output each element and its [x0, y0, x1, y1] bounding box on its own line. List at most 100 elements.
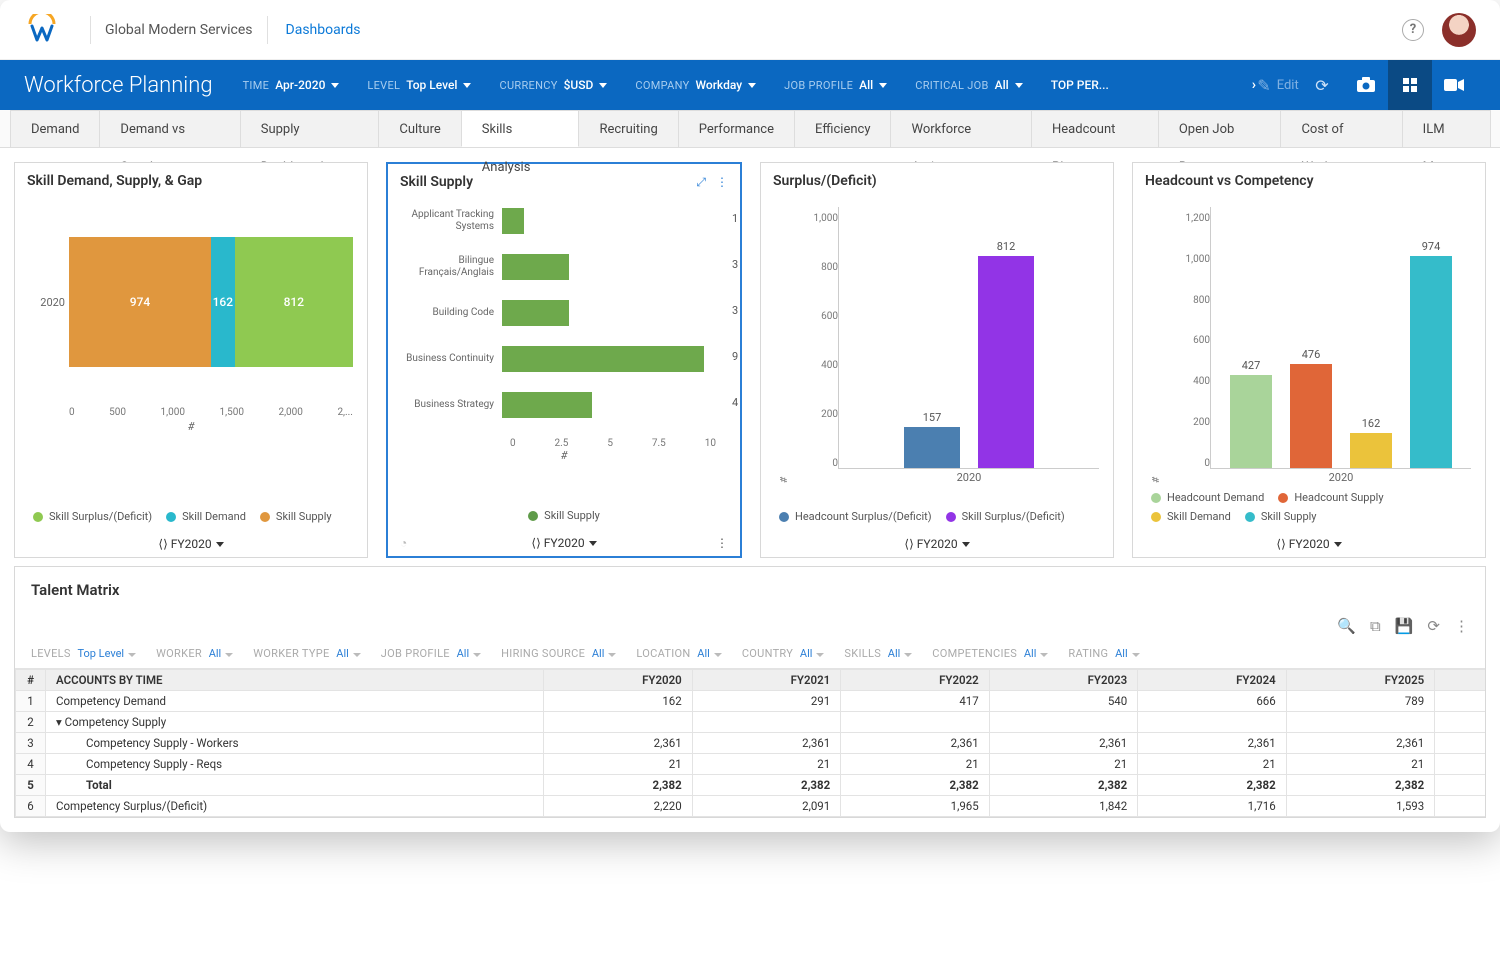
matrix-filter-country[interactable]: COUNTRY All — [742, 647, 825, 660]
matrix-filter-location[interactable]: LOCATION All — [636, 647, 721, 660]
matrix-filter-rating[interactable]: RATING All — [1068, 647, 1139, 660]
tab-cost-of-worker[interactable]: Cost of Worker — [1280, 110, 1402, 147]
tab-open-job-reqs[interactable]: Open Job Reqs — [1158, 110, 1282, 147]
card-headcount-vs-competency[interactable]: Headcount vs Competency # 1,2001,0008006… — [1132, 162, 1486, 558]
matrix-filter-competencies[interactable]: COMPETENCIES All — [932, 647, 1048, 660]
col-FY2025[interactable]: FY2025 — [1286, 670, 1435, 691]
bar[interactable]: 812 — [978, 256, 1034, 468]
copy-icon[interactable]: ⧉ — [1370, 617, 1381, 635]
card-skill-supply[interactable]: Skill Supply ⤢ ⋮ Applicant Tracking Syst… — [386, 162, 742, 558]
table-row[interactable]: 2▾ Competency Supply — [16, 712, 1486, 733]
talent-matrix-panel: Talent Matrix 🔍 ⧉ 💾 ⟳ ⋮ LEVELS Top Level… — [14, 566, 1486, 818]
bar-segment[interactable]: 974 — [69, 237, 211, 367]
bar[interactable] — [502, 208, 524, 234]
bar[interactable] — [502, 392, 592, 418]
refresh-icon[interactable]: ⟳ — [1300, 60, 1344, 110]
x-axis-label: # — [29, 420, 353, 433]
filter-critical-job[interactable]: CRITICAL JOBAll — [915, 78, 1023, 92]
legend-item: Headcount Surplus/(Deficit) — [779, 510, 932, 523]
legend-item: Skill Demand — [166, 510, 246, 523]
bar-segment[interactable]: 162 — [211, 237, 235, 367]
tab-workforce-actions[interactable]: Workforce Actions — [890, 110, 1032, 147]
table-row[interactable]: 6Competency Surplus/(Deficit)2,2202,0911… — [16, 796, 1486, 817]
matrix-filter-hiring-source[interactable]: HIRING SOURCE All — [501, 647, 616, 660]
tab-supply-dashboard[interactable]: Supply Dashboard — [240, 110, 380, 147]
user-avatar[interactable] — [1442, 13, 1476, 47]
matrix-filter-worker[interactable]: WORKER All — [156, 647, 233, 660]
card-footer[interactable]: ⟨⟩ FY2020 — [1133, 531, 1485, 557]
col-accounts: ACCOUNTS BY TIME — [46, 670, 544, 691]
refresh-icon[interactable]: ⟳ — [1427, 617, 1440, 635]
bar-label: Business Strategy — [402, 399, 502, 411]
bar[interactable]: 157 — [904, 427, 960, 468]
table-row[interactable]: 3Competency Supply - Workers2,3612,3612,… — [16, 733, 1486, 754]
filter-currency[interactable]: CURRENCY$USD — [499, 78, 607, 92]
matrix-filter-worker-type[interactable]: WORKER TYPE All — [253, 647, 361, 660]
grid-view-icon[interactable] — [1388, 60, 1432, 110]
loading-icon: ◔ — [400, 536, 407, 550]
tab-culture[interactable]: Culture — [378, 110, 461, 147]
bar[interactable]: 974 — [1410, 256, 1452, 468]
help-icon[interactable]: ? — [1402, 19, 1424, 41]
divider — [267, 16, 268, 44]
bar[interactable]: 476 — [1290, 364, 1332, 468]
col-FY2020[interactable]: FY2020 — [544, 670, 693, 691]
col-FY2021[interactable]: FY2021 — [692, 670, 841, 691]
filter-job-profile[interactable]: JOB PROFILEAll — [784, 78, 887, 92]
card-skill-demand-supply-gap[interactable]: Skill Demand, Supply, & Gap 2020 9741628… — [14, 162, 368, 558]
col-FY2024[interactable]: FY2024 — [1138, 670, 1287, 691]
tab-ilm-map[interactable]: ILM Map — [1402, 110, 1491, 147]
edit-button[interactable]: ✎ Edit — [1256, 60, 1300, 110]
card-footer[interactable]: ◔ ⟨⟩ FY2020 ⋮ — [388, 530, 740, 556]
more-icon[interactable]: ⋮ — [716, 175, 728, 190]
filter-level[interactable]: LEVELTop Level — [367, 78, 471, 92]
bar[interactable] — [502, 346, 704, 372]
page-title: Workforce Planning — [24, 73, 213, 98]
org-name: Global Modern Services — [105, 22, 253, 38]
legend-item: Skill Supply — [1245, 510, 1317, 523]
col-FY2022[interactable]: FY2022 — [841, 670, 990, 691]
col-FY2023[interactable]: FY2023 — [989, 670, 1138, 691]
matrix-title: Talent Matrix — [15, 567, 1485, 613]
tab-performance[interactable]: Performance — [678, 110, 795, 147]
filter-time[interactable]: TIMEApr-2020 — [243, 78, 340, 92]
workday-logo-icon — [24, 12, 60, 48]
expand-icon[interactable]: ⤢ — [696, 175, 706, 190]
legend-item: Skill Supply — [260, 510, 332, 523]
breadcrumb-dashboards[interactable]: Dashboards — [286, 22, 361, 38]
bar[interactable] — [502, 254, 569, 280]
y-axis-label: # — [1147, 207, 1166, 487]
matrix-filter-job-profile[interactable]: JOB PROFILE All — [381, 647, 481, 660]
tab-efficiency[interactable]: Efficiency — [794, 110, 891, 147]
bar[interactable] — [502, 300, 569, 326]
card-footer[interactable]: ⟨⟩ FY2020 — [761, 531, 1113, 557]
card-footer[interactable]: ⟨⟩ FY2020 — [15, 531, 367, 557]
search-icon[interactable]: 🔍 — [1337, 617, 1356, 635]
table-row[interactable]: 1Competency Demand162291417540666789 — [16, 691, 1486, 712]
y-axis-label: # — [775, 207, 794, 487]
table-row[interactable]: 5Total2,3822,3822,3822,3822,3822,382 — [16, 775, 1486, 796]
card-title: Skill Demand, Supply, & Gap — [27, 173, 202, 189]
camera-icon[interactable] — [1344, 60, 1388, 110]
matrix-filter-levels[interactable]: LEVELS Top Level — [31, 647, 136, 660]
bar-label: Bilingue Français/Anglais — [402, 255, 502, 279]
bar-label: Business Continuity — [402, 353, 502, 365]
save-icon[interactable]: 💾 — [1395, 617, 1414, 635]
filter-company[interactable]: COMPANYWorkday — [635, 78, 756, 92]
more-icon[interactable]: ⋮ — [1454, 617, 1469, 635]
filter-more[interactable]: TOP PER... — [1051, 78, 1109, 92]
tab-headcount-plan[interactable]: Headcount Plan — [1031, 110, 1159, 147]
tab-skills-analysis[interactable]: Skills Analysis — [461, 110, 580, 147]
tab-recruiting[interactable]: Recruiting — [578, 110, 678, 147]
more-icon[interactable]: ⋮ — [716, 536, 728, 550]
table-row[interactable]: 4Competency Supply - Reqs212121212121 — [16, 754, 1486, 775]
bar-segment[interactable]: 812 — [235, 237, 353, 367]
legend-item: Headcount Supply — [1278, 491, 1383, 504]
card-surplus-deficit[interactable]: Surplus/(Deficit) # 1,0008006004002000 1… — [760, 162, 1114, 558]
matrix-filter-skills[interactable]: SKILLS All — [844, 647, 912, 660]
video-icon[interactable] — [1432, 60, 1476, 110]
bar[interactable]: 427 — [1230, 375, 1272, 468]
tab-demand-vs-supply[interactable]: Demand vs Supply — [99, 110, 240, 147]
bar[interactable]: 162 — [1350, 433, 1392, 468]
tab-demand[interactable]: Demand — [10, 110, 100, 147]
